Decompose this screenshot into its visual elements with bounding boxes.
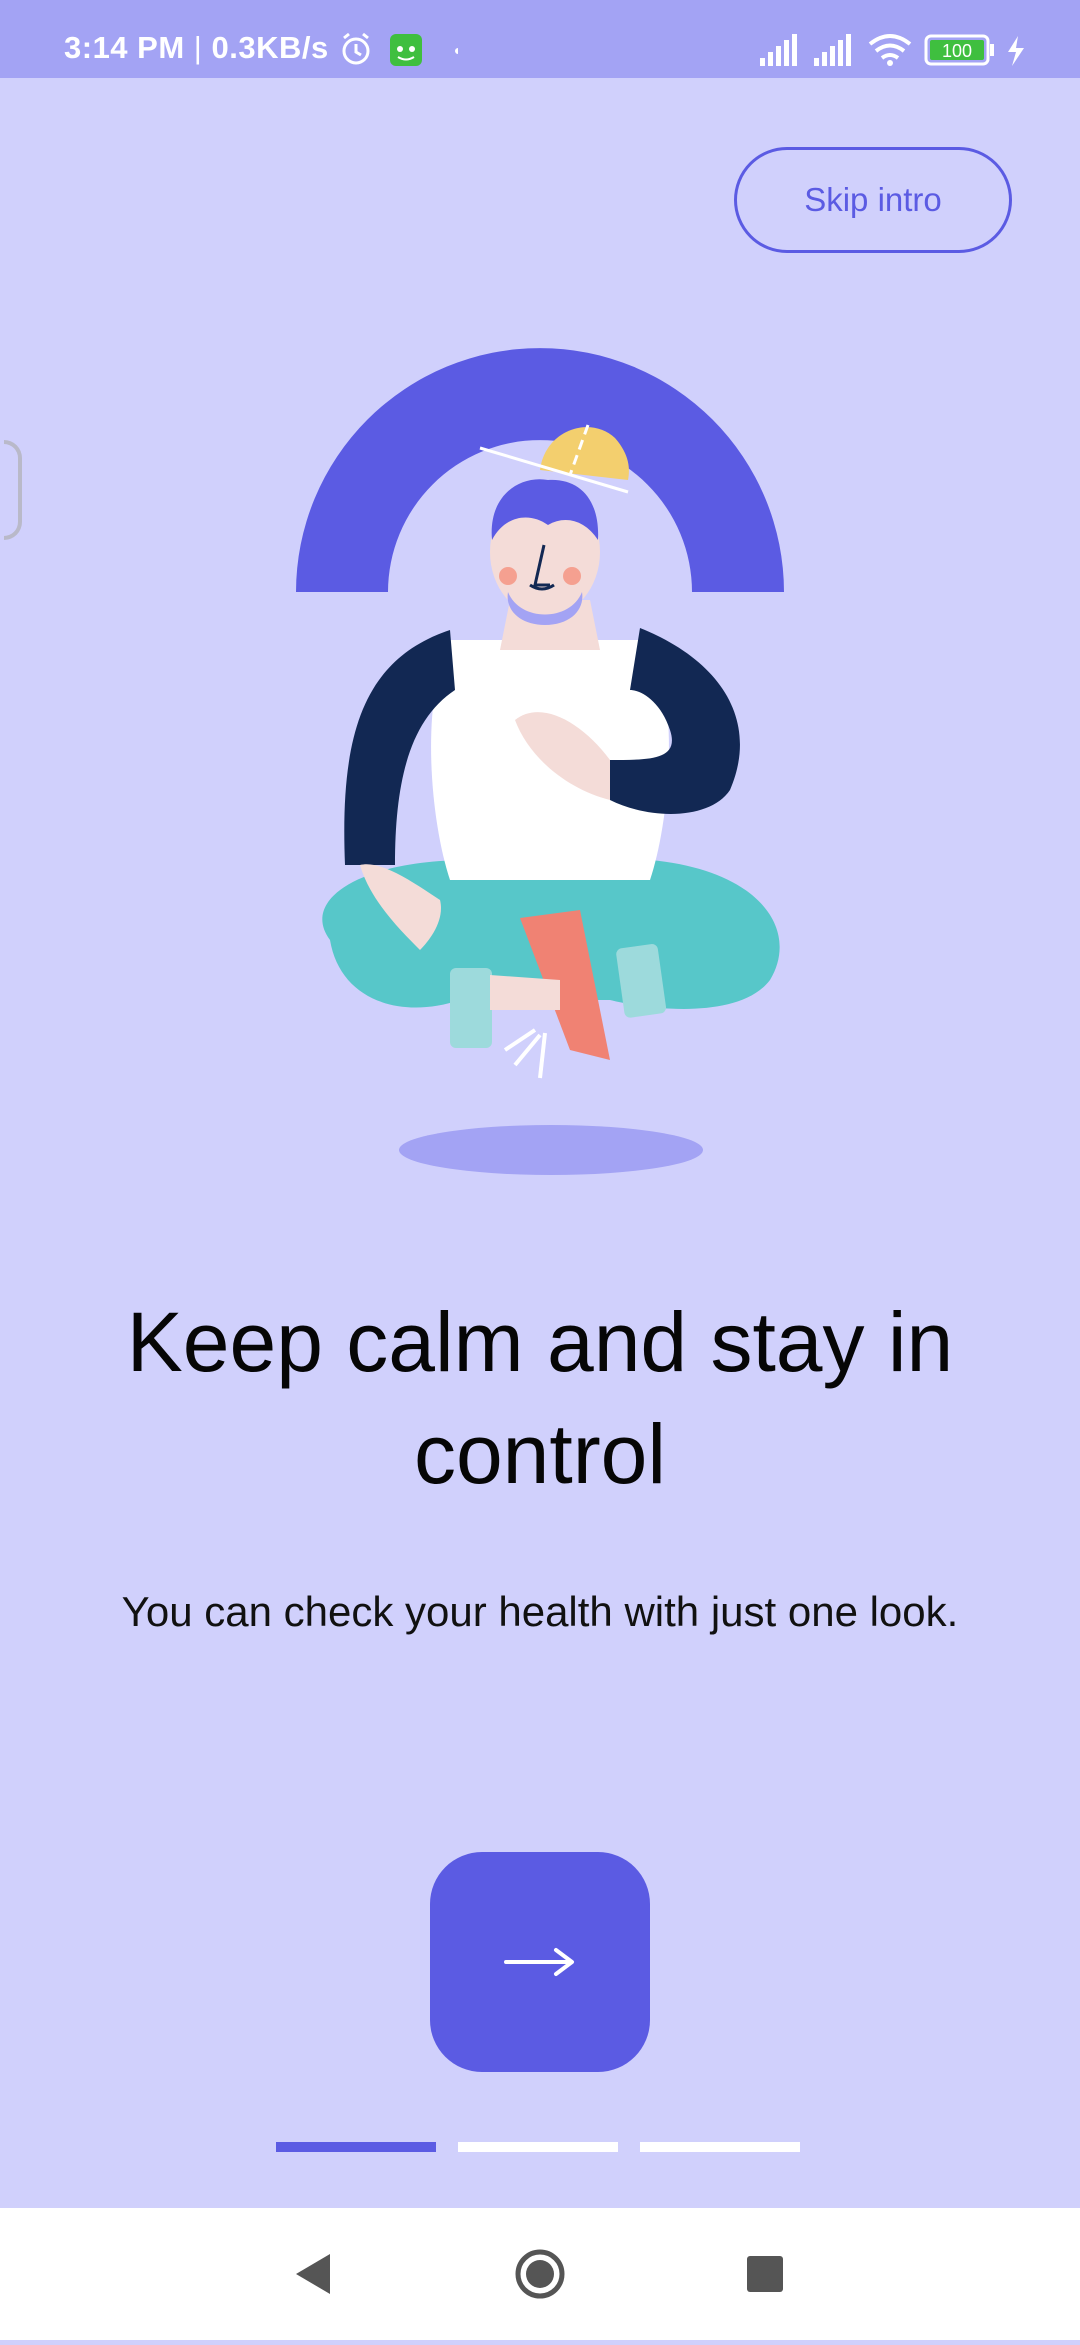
page-indicator-dot-active <box>276 2142 436 2152</box>
back-icon[interactable] <box>296 2254 330 2294</box>
home-icon[interactable] <box>515 2249 565 2299</box>
system-navigation-bar <box>0 2208 1080 2340</box>
recents-icon[interactable] <box>747 2256 783 2292</box>
meditation-illustration <box>296 348 784 1175</box>
arrow-right-icon <box>504 1948 574 1976</box>
page-title: Keep calm and stay in control <box>126 1295 954 1501</box>
next-button[interactable] <box>430 1852 650 2072</box>
page-indicator-dot <box>640 2142 800 2152</box>
nav-icons <box>296 2249 783 2299</box>
page-subtitle: You can check your health with just one … <box>121 1588 959 1635</box>
page-indicator-dot <box>458 2142 618 2152</box>
